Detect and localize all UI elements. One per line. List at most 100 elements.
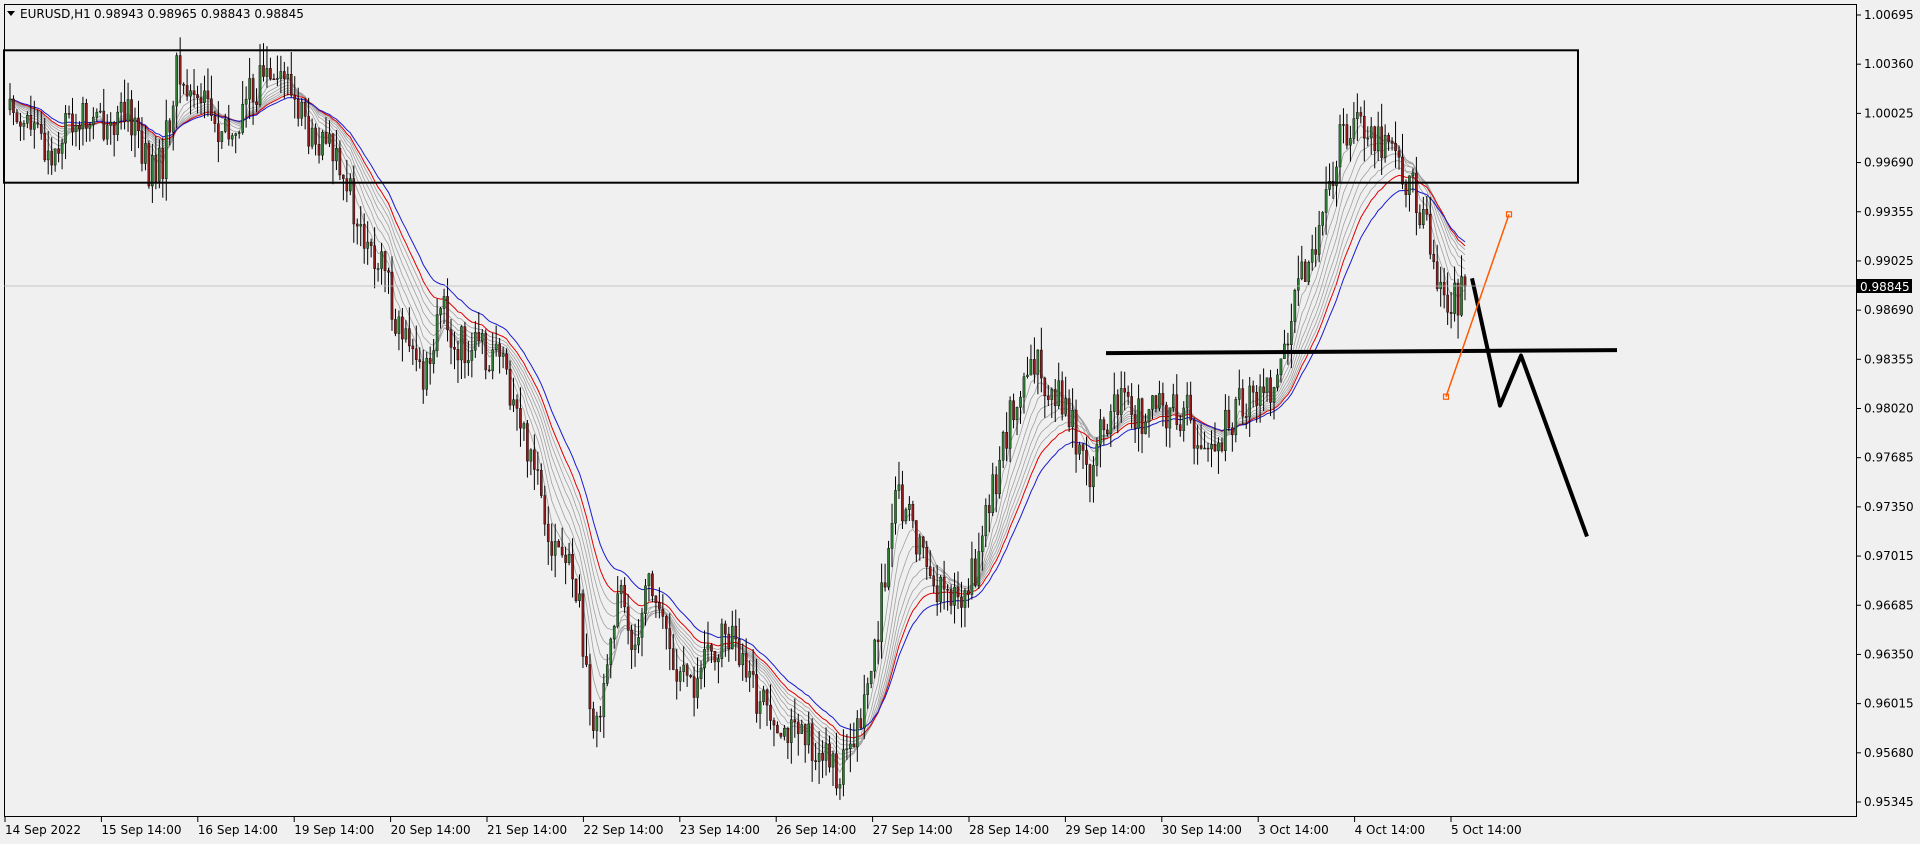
candle-body — [1185, 394, 1189, 409]
candle-body — [272, 78, 276, 81]
candle-body — [192, 90, 196, 95]
candle-body — [1012, 400, 1015, 421]
candle-body — [1428, 214, 1432, 255]
candle-body — [949, 589, 953, 606]
candle-body — [1126, 391, 1130, 397]
candle-body — [1199, 445, 1203, 449]
candle-body — [696, 678, 699, 698]
candle-body — [1310, 249, 1314, 263]
candle-body — [227, 118, 231, 140]
candle-body — [1449, 312, 1453, 314]
candle-body — [1019, 396, 1022, 408]
candle-body — [1314, 249, 1317, 255]
y-tick-label: 0.98355 — [1864, 352, 1914, 366]
candle-body — [821, 753, 824, 761]
candle-body — [1411, 172, 1415, 177]
candle-body — [1425, 209, 1429, 215]
candle-body — [1064, 398, 1067, 415]
chart-root: EURUSD,H1 0.98943 0.98965 0.98843 0.9884… — [0, 0, 1920, 844]
candle-body — [699, 667, 703, 679]
candle-body — [279, 71, 283, 79]
candle-body — [1165, 404, 1168, 429]
x-tick-label: 30 Sep 14:00 — [1162, 823, 1242, 837]
x-tick-label: 15 Sep 14:00 — [101, 823, 181, 837]
candle-body — [380, 251, 383, 269]
candle-body — [390, 272, 394, 320]
candle-body — [599, 715, 602, 718]
candle-body — [262, 65, 265, 77]
candle-body — [22, 122, 26, 127]
candle-body — [717, 658, 720, 663]
candle-body — [612, 626, 616, 640]
candle-body — [838, 784, 842, 789]
candle-body — [112, 122, 116, 135]
candle-body — [765, 689, 769, 706]
candle-body — [1133, 414, 1137, 429]
candle-body — [98, 110, 102, 113]
candle-body — [92, 116, 95, 125]
candle-body — [258, 65, 262, 105]
candle-body — [154, 155, 158, 182]
y-tick-label: 0.99025 — [1864, 254, 1914, 268]
candle-body — [484, 333, 488, 371]
candle-body — [470, 350, 474, 361]
candle-body — [883, 582, 887, 588]
candle-body — [803, 724, 807, 746]
candle-body — [1175, 394, 1179, 425]
candle-body — [960, 596, 963, 608]
y-tick-label: 0.97015 — [1864, 549, 1914, 563]
candle-body — [1303, 261, 1307, 282]
candle-body — [394, 319, 397, 334]
candle-body — [748, 671, 751, 678]
candle-body — [352, 178, 356, 225]
candle-body — [581, 593, 585, 657]
candle-body — [296, 99, 300, 119]
candle-body — [144, 143, 147, 164]
candle-body — [908, 504, 911, 510]
candle-body — [369, 241, 373, 246]
candle-body — [1321, 212, 1324, 226]
candle-body — [814, 760, 817, 763]
candle-body — [571, 554, 574, 580]
candle-body — [592, 708, 595, 731]
candle-body — [692, 676, 696, 698]
candle-body — [1046, 395, 1050, 400]
candle-body — [1366, 137, 1370, 140]
candle-body — [1106, 429, 1109, 434]
candle-body — [498, 343, 501, 357]
candle-body — [1369, 126, 1373, 139]
x-tick-label: 22 Sep 14:00 — [583, 823, 663, 837]
candle-body — [897, 484, 901, 491]
x-tick-label: 21 Sep 14:00 — [487, 823, 567, 837]
candle-body — [1338, 124, 1342, 168]
candle-body — [824, 743, 828, 761]
candle-body — [1196, 445, 1199, 449]
candle-body — [244, 98, 248, 105]
candle-body — [1005, 432, 1008, 449]
candle-body — [901, 484, 904, 522]
candle-body — [310, 127, 314, 147]
candle-body — [126, 99, 130, 122]
candle-body — [467, 360, 470, 364]
candle-body — [234, 133, 238, 136]
candle-body — [1001, 432, 1005, 461]
candle-body — [338, 147, 342, 176]
candle-body — [1015, 407, 1019, 421]
candlestick-chart[interactable]: EURUSD,H1 0.98943 0.98965 0.98843 0.9884… — [0, 0, 1920, 844]
candle-body — [57, 148, 60, 154]
candle-body — [1422, 209, 1425, 226]
candle-body — [932, 575, 935, 586]
candle-body — [102, 110, 106, 140]
candle-body — [248, 78, 251, 100]
candle-body — [526, 423, 529, 462]
candle-body — [602, 683, 606, 718]
candle-body — [251, 78, 255, 102]
candle-body — [220, 131, 224, 142]
candle-body — [123, 101, 126, 122]
candle-body — [734, 625, 738, 640]
candle-body — [425, 358, 429, 390]
candle-body — [491, 349, 494, 372]
candle-body — [751, 671, 755, 675]
candle-body — [730, 625, 734, 650]
candle-body — [418, 359, 422, 362]
